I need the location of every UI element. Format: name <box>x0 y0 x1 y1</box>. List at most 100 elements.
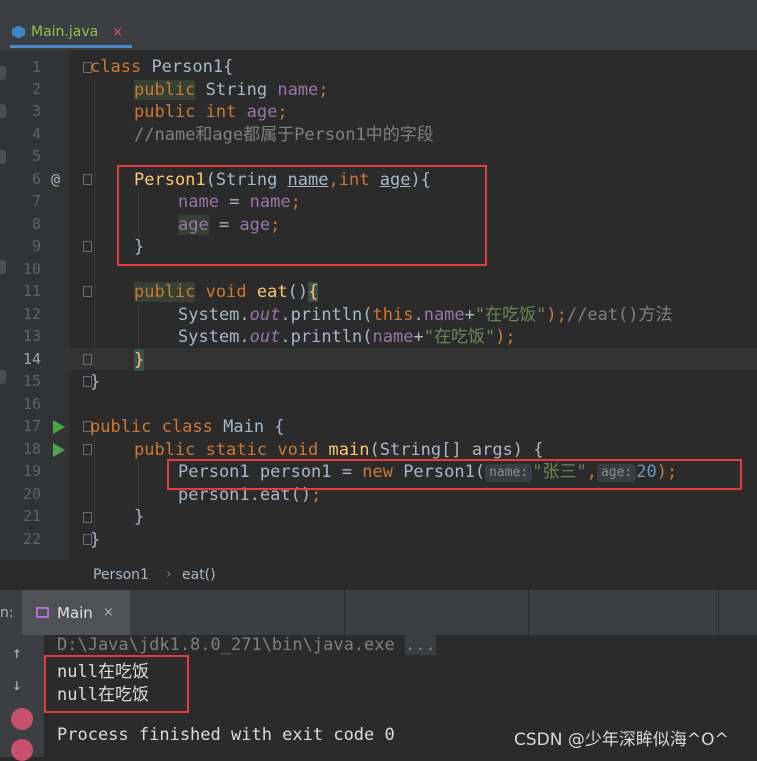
static-field: out <box>249 327 281 347</box>
method-call: .println( <box>280 305 373 325</box>
fold-marker-icon[interactable] <box>83 241 92 252</box>
line-number: 4 <box>31 125 41 143</box>
code-line-14: } <box>134 349 145 371</box>
keyword: public <box>134 440 196 460</box>
annotation-box-instantiation <box>167 459 742 490</box>
type: int <box>205 102 237 122</box>
tool-window-stripe[interactable] <box>0 150 6 164</box>
console-exit-line: Process finished with exit code 0 <box>57 725 395 745</box>
run-tab-main[interactable]: Main × <box>22 590 130 635</box>
line-number: 16 <box>22 395 41 413</box>
method-name: main <box>328 440 370 460</box>
method-name: eat <box>256 282 288 302</box>
annotation-box-constructor <box>117 165 487 266</box>
static-field: out <box>249 305 281 325</box>
brace: { <box>308 282 319 302</box>
fold-marker-icon[interactable] <box>83 512 92 523</box>
code-line-15: } <box>90 372 101 392</box>
paren: () <box>287 282 309 302</box>
code-line-21: } <box>134 507 145 527</box>
method-call: .println( <box>280 327 373 347</box>
line-number: 15 <box>22 372 41 390</box>
fold-marker-icon[interactable] <box>83 354 92 365</box>
watermark: CSDN @少年深眸似海^O^ <box>514 730 729 750</box>
fold-marker-icon[interactable] <box>83 286 92 297</box>
keyword: class <box>161 417 213 437</box>
editor-gutter: 1 2 3 4 5 6 7 8 9 10 11 12 13 14 15 16 1… <box>7 50 92 560</box>
soft-wrap-icon[interactable] <box>11 708 33 730</box>
line-number: 13 <box>22 327 41 345</box>
comment: //eat()方法 <box>566 305 673 325</box>
divider <box>344 590 345 635</box>
editor-tab-bar: Main.java × <box>0 0 757 50</box>
line-number: 7 <box>31 192 41 210</box>
class-ref: System. <box>178 305 250 325</box>
line-number: 11 <box>22 282 41 300</box>
breadcrumb-separator: › <box>166 566 172 582</box>
line-number: 20 <box>22 485 41 503</box>
run-label: n: <box>0 605 14 621</box>
run-main-icon[interactable] <box>53 443 65 457</box>
run-class-icon[interactable] <box>53 420 65 434</box>
field-name: name <box>372 327 414 347</box>
keyword: this <box>372 305 414 325</box>
keyword: class <box>90 57 142 77</box>
keyword: void <box>277 440 319 460</box>
paren: ); <box>546 305 567 325</box>
code-line-13: System.out.println(name+"在吃饭"); <box>178 326 516 348</box>
field-name: name <box>423 305 465 325</box>
active-tab-indicator <box>10 45 132 48</box>
operator: + <box>464 305 475 325</box>
close-icon[interactable]: × <box>103 605 114 620</box>
keyword: public <box>134 80 196 100</box>
arrow-up-icon[interactable]: ↑ <box>12 643 22 662</box>
breadcrumb-method[interactable]: eat() <box>182 567 216 583</box>
keyword: public <box>90 417 152 437</box>
arrow-down-icon[interactable]: ↓ <box>12 675 22 694</box>
tool-window-stripe[interactable] <box>0 370 6 384</box>
code-line-4-comment: //name和age都属于Person1中的字段 <box>134 125 434 145</box>
string-literal: "在吃饭" <box>423 327 496 347</box>
line-number: 1 <box>31 58 41 76</box>
line-number: 5 <box>31 147 41 165</box>
code-line-12: System.out.println(this.name+"在吃饭");//ea… <box>178 304 673 326</box>
tab-label: Main.java <box>31 24 99 40</box>
indent-guide <box>138 305 139 349</box>
dot: . <box>413 305 424 325</box>
line-number: 9 <box>31 237 41 255</box>
field-name: name <box>277 80 319 100</box>
fold-marker-icon[interactable] <box>83 444 92 455</box>
ellipsis: ... <box>405 635 436 655</box>
params: (String[] args) { <box>369 440 544 460</box>
line-number: 18 <box>22 440 41 458</box>
operator: + <box>413 327 424 347</box>
fold-marker-icon[interactable] <box>83 174 92 185</box>
line-number: 22 <box>22 530 41 548</box>
code-line-11: public void eat(){ <box>134 281 319 303</box>
run-tab-label: Main <box>57 603 93 622</box>
code-line-1: class Person1{ <box>90 56 233 78</box>
close-icon[interactable]: × <box>112 25 123 40</box>
current-line-highlight <box>70 348 757 370</box>
tool-window-stripe[interactable] <box>0 104 6 118</box>
line-number: 19 <box>22 462 41 480</box>
print-icon[interactable] <box>11 739 33 761</box>
console-toolbar: ↑ ↓ <box>0 635 44 761</box>
side-tool-strip <box>0 50 7 590</box>
code-line-17: public class Main { <box>90 416 285 438</box>
tool-window-stripe[interactable] <box>0 66 6 80</box>
code-line-2: public String name; <box>134 79 329 101</box>
indent-guide <box>94 80 95 370</box>
class-ref: System. <box>178 327 250 347</box>
code-line-22: } <box>90 530 101 550</box>
tool-window-stripe[interactable] <box>0 260 6 274</box>
override-marker-icon[interactable]: @ <box>51 170 60 188</box>
breadcrumb-class[interactable]: Person1 <box>93 567 149 583</box>
java-command: D:\Java\jdk1.8.0_271\bin\java.exe <box>57 635 395 655</box>
run-panel-header: n: Main × <box>0 590 757 635</box>
paren: ); <box>495 327 516 347</box>
line-number: 2 <box>31 80 41 98</box>
divider <box>718 590 719 635</box>
string-literal: "在吃饭" <box>474 305 547 325</box>
line-number: 14 <box>22 350 41 368</box>
